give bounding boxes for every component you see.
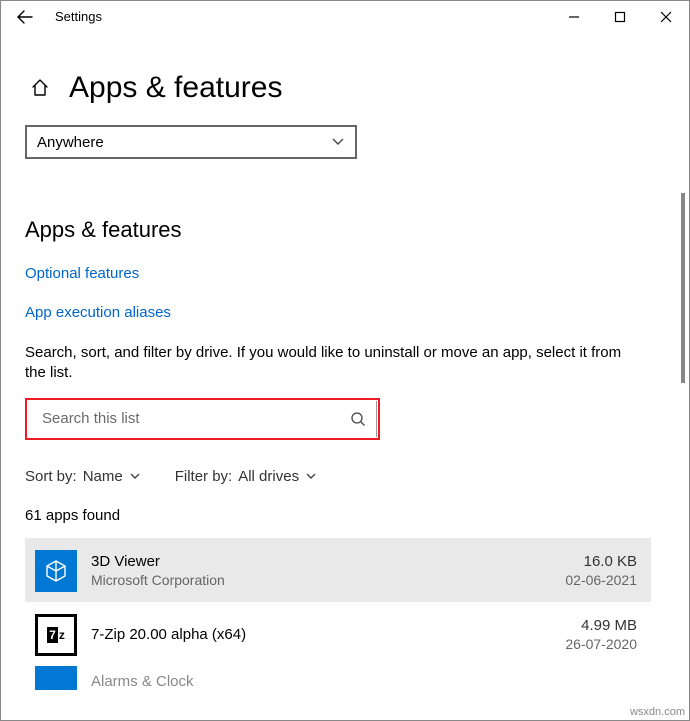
arrow-left-icon: [16, 8, 34, 26]
content-area: Apps & features Anywhere Apps & features…: [1, 33, 679, 720]
apps-list: 3D Viewer Microsoft Corporation 16.0 KB …: [25, 538, 651, 690]
minimize-button[interactable]: [551, 1, 597, 33]
back-button[interactable]: [1, 1, 49, 33]
scrollbar[interactable]: [679, 33, 689, 720]
apps-count: 61 apps found: [25, 507, 651, 524]
app-meta: 4.99 MB 26-07-2020: [565, 617, 637, 652]
install-source-dropdown[interactable]: Anywhere: [25, 125, 357, 159]
window-title: Settings: [49, 9, 551, 24]
filter-value: All drives: [238, 468, 299, 485]
watermark: wsxdn.com: [630, 706, 685, 718]
home-icon: [30, 78, 50, 98]
window-controls: [551, 1, 689, 33]
chevron-down-icon: [331, 137, 345, 147]
section-description: Search, sort, and filter by drive. If yo…: [25, 343, 645, 384]
sort-value: Name: [83, 468, 123, 485]
close-button[interactable]: [643, 1, 689, 33]
app-execution-aliases-link[interactable]: App execution aliases: [25, 304, 651, 321]
minimize-icon: [568, 11, 580, 23]
optional-features-link[interactable]: Optional features: [25, 265, 651, 282]
filter-label: Filter by:: [175, 468, 233, 485]
section-heading: Apps & features: [25, 217, 651, 243]
app-date: 02-06-2021: [565, 572, 637, 588]
home-button[interactable]: [29, 77, 51, 99]
chevron-down-icon: [129, 471, 141, 481]
app-info: Alarms & Clock: [91, 673, 637, 690]
install-source-value: Anywhere: [37, 134, 104, 151]
app-row[interactable]: Alarms & Clock: [25, 666, 651, 690]
app-info: 7-Zip 20.00 alpha (x64): [91, 626, 565, 643]
sort-label: Sort by:: [25, 468, 77, 485]
app-publisher: Microsoft Corporation: [91, 572, 565, 588]
chevron-down-icon: [305, 471, 317, 481]
maximize-button[interactable]: [597, 1, 643, 33]
app-size: 16.0 KB: [565, 553, 637, 570]
alarms-icon: [35, 666, 77, 690]
page-title: Apps & features: [69, 71, 282, 105]
search-input[interactable]: Search this list: [28, 401, 377, 437]
app-name: 3D Viewer: [91, 553, 565, 570]
titlebar: Settings: [1, 1, 689, 33]
app-size: 4.99 MB: [565, 617, 637, 634]
app-row[interactable]: 3D Viewer Microsoft Corporation 16.0 KB …: [25, 538, 651, 602]
close-icon: [660, 11, 672, 23]
search-highlight: Search this list: [25, 398, 380, 440]
search-icon: [350, 411, 366, 427]
maximize-icon: [614, 11, 626, 23]
scrollbar-thumb[interactable]: [681, 193, 685, 383]
apps-section: Apps & features Optional features App ex…: [1, 217, 679, 690]
search-placeholder: Search this list: [42, 410, 140, 427]
app-info: 3D Viewer Microsoft Corporation: [91, 553, 565, 588]
7zip-icon: 7z: [35, 614, 77, 656]
app-name: Alarms & Clock: [91, 673, 637, 690]
page-header: Apps & features: [1, 33, 679, 125]
app-date: 26-07-2020: [565, 636, 637, 652]
sort-by-dropdown[interactable]: Sort by: Name: [25, 468, 141, 485]
app-row[interactable]: 7z 7-Zip 20.00 alpha (x64) 4.99 MB 26-07…: [25, 602, 651, 666]
app-meta: 16.0 KB 02-06-2021: [565, 553, 637, 588]
sort-filter-row: Sort by: Name Filter by: All drives: [25, 468, 651, 485]
app-name: 7-Zip 20.00 alpha (x64): [91, 626, 565, 643]
3dviewer-icon: [35, 550, 77, 592]
filter-by-dropdown[interactable]: Filter by: All drives: [175, 468, 317, 485]
